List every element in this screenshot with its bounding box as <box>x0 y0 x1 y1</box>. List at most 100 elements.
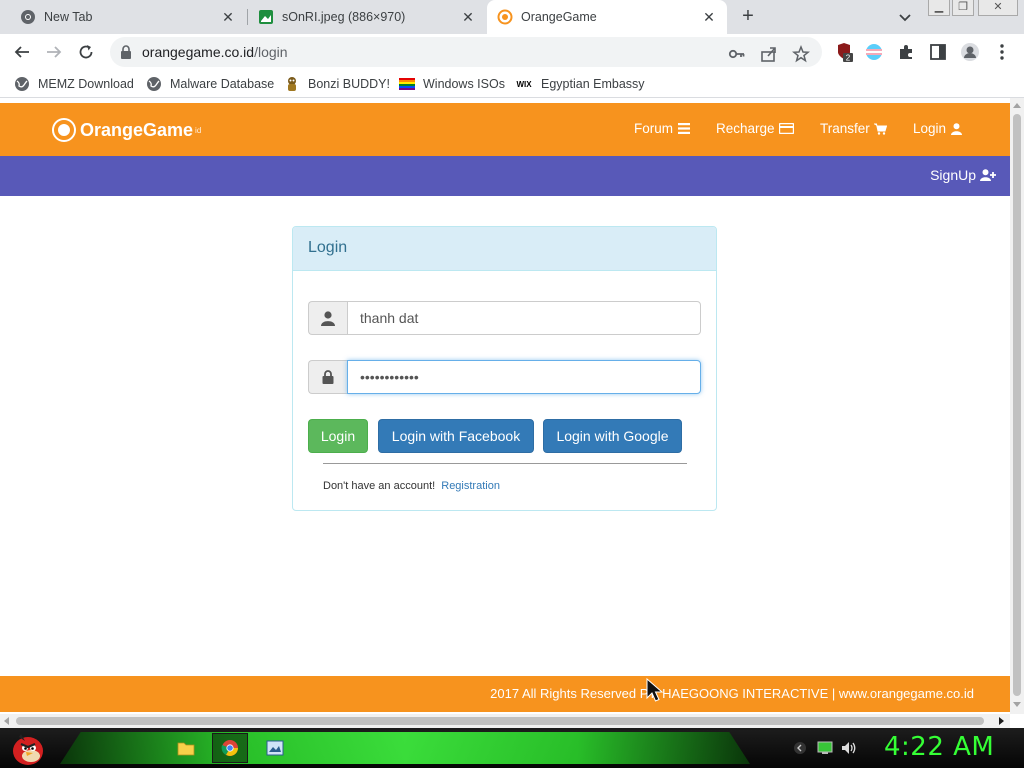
bookmark-bonzi-buddy[interactable]: Bonzi BUDDY! <box>284 75 390 93</box>
password-input[interactable] <box>347 360 701 394</box>
bars-icon <box>677 123 690 135</box>
nav-login[interactable]: Login <box>913 121 963 136</box>
clock[interactable]: 4:22 AM <box>884 732 994 762</box>
scrollbar-thumb[interactable] <box>16 717 984 725</box>
user-icon <box>308 301 347 335</box>
picture-icon <box>266 740 284 756</box>
extension-badge: 2 <box>846 54 851 63</box>
image-viewer-button[interactable] <box>257 733 293 763</box>
bookmark-label: Malware Database <box>170 77 275 91</box>
close-window-button[interactable]: ✕ <box>978 0 1018 16</box>
tab-strip: New Tab ✕ sOnRI.jpeg (886×970) ✕ OrangeG… <box>0 0 1024 34</box>
user-plus-icon <box>980 169 996 181</box>
browser-toolbar: orangegame.co.id/login 2 <box>0 34 1024 70</box>
chrome-icon <box>221 740 238 756</box>
back-icon[interactable] <box>12 42 32 62</box>
close-tab-icon[interactable]: ✕ <box>701 9 717 25</box>
orange-logo-icon <box>52 118 76 142</box>
network-icon[interactable] <box>817 740 833 756</box>
key-icon[interactable] <box>728 45 746 63</box>
cart-icon <box>873 123 887 135</box>
new-tab-button[interactable]: + <box>738 6 758 26</box>
minimize-button[interactable]: ▁ <box>928 0 950 16</box>
scroll-down-arrow-icon[interactable] <box>1013 702 1021 707</box>
web-page: OrangeGame id Forum Recharge Transfer Lo… <box>0 98 1010 714</box>
shield-extension-icon[interactable]: 2 <box>834 42 854 62</box>
image-icon <box>258 9 274 25</box>
url-host: orangegame.co.id <box>142 44 255 60</box>
signup-link[interactable]: SignUp <box>930 167 996 183</box>
login-button[interactable]: Login <box>308 419 368 453</box>
username-input[interactable] <box>347 301 701 335</box>
wix-icon: WIX <box>516 79 532 89</box>
profile-avatar-icon[interactable] <box>960 42 980 62</box>
user-icon <box>950 122 963 135</box>
orange-circle-icon <box>497 9 513 25</box>
angry-bird-icon <box>13 734 43 765</box>
puzzle-icon[interactable] <box>896 42 916 62</box>
signup-bar: SignUp <box>0 156 1010 196</box>
chrome-taskbar-button[interactable] <box>212 733 248 763</box>
tab-new-tab[interactable]: New Tab ✕ <box>0 0 246 34</box>
scrollbar-thumb[interactable] <box>1013 114 1021 696</box>
tray-chevron-icon[interactable] <box>792 740 808 756</box>
horizontal-scrollbar[interactable] <box>0 714 1010 728</box>
nav-label: Forum <box>634 121 674 136</box>
mouse-cursor-icon <box>646 677 666 704</box>
chrome-icon <box>20 9 36 25</box>
close-tab-icon[interactable]: ✕ <box>220 9 236 25</box>
globe-icon <box>14 76 30 92</box>
site-logo[interactable]: OrangeGame id <box>52 118 201 142</box>
lock-icon <box>308 360 347 394</box>
flag-extension-icon[interactable] <box>864 42 884 62</box>
login-panel-title: Login <box>308 239 348 256</box>
bookmark-egyptian-embassy[interactable]: WIX Egyptian Embassy <box>515 75 644 93</box>
share-icon[interactable] <box>760 45 778 63</box>
bookmark-windows-isos[interactable]: Windows ISOs <box>399 75 505 93</box>
login-panel: Login Login Login with Facebook Login wi… <box>292 226 717 511</box>
scroll-up-arrow-icon[interactable] <box>1013 103 1021 108</box>
bookmarks-bar: MEMZ Download Malware Database Bonzi BUD… <box>0 70 1024 98</box>
footer-text: 2017 All Rights Reserved PT. HAEGOONG IN… <box>490 686 974 701</box>
no-account-text: Don't have an account! Registration <box>323 480 500 492</box>
brand-suffix: id <box>195 125 202 135</box>
chevron-down-icon[interactable] <box>896 8 914 26</box>
file-explorer-button[interactable] <box>168 733 204 763</box>
bonzi-icon <box>284 76 300 92</box>
reload-icon[interactable] <box>76 42 96 62</box>
scroll-left-arrow-icon[interactable] <box>4 717 9 725</box>
tab-orangegame[interactable]: OrangeGame ✕ <box>487 0 727 34</box>
start-button[interactable] <box>6 730 50 768</box>
tab-image[interactable]: sOnRI.jpeg (886×970) ✕ <box>248 0 486 34</box>
kebab-menu-icon[interactable] <box>992 42 1012 62</box>
maximize-button[interactable]: ❐ <box>952 0 974 16</box>
password-group <box>308 360 701 394</box>
close-tab-icon[interactable]: ✕ <box>460 9 476 25</box>
taskbar: 4:22 AM <box>0 728 1024 768</box>
vertical-scrollbar[interactable] <box>1010 98 1024 714</box>
site-footer: 2017 All Rights Reserved PT. HAEGOONG IN… <box>0 676 1010 712</box>
login-panel-header: Login <box>293 227 716 271</box>
nav-transfer[interactable]: Transfer <box>820 121 887 136</box>
nav-recharge[interactable]: Recharge <box>716 121 794 136</box>
nav-label: Recharge <box>716 121 775 136</box>
screen: New Tab ✕ sOnRI.jpeg (886×970) ✕ OrangeG… <box>0 0 1024 768</box>
login-google-button[interactable]: Login with Google <box>543 419 682 453</box>
scroll-right-arrow-icon[interactable] <box>999 717 1004 725</box>
globe-icon <box>146 76 162 92</box>
bookmark-label: Bonzi BUDDY! <box>308 77 390 91</box>
star-icon[interactable] <box>792 45 810 63</box>
registration-link[interactable]: Registration <box>441 480 500 492</box>
credit-card-icon <box>778 123 794 135</box>
bookmark-label: Windows ISOs <box>423 77 505 91</box>
bookmark-malware-database[interactable]: Malware Database <box>146 75 274 93</box>
taskbar-glow <box>60 732 750 764</box>
rainbow-flag-icon <box>399 76 415 92</box>
address-bar[interactable]: orangegame.co.id/login <box>110 37 822 67</box>
nav-forum[interactable]: Forum <box>634 121 690 136</box>
side-panel-icon[interactable] <box>928 42 948 62</box>
bookmark-memz[interactable]: MEMZ Download <box>14 75 134 93</box>
volume-icon[interactable] <box>841 740 857 756</box>
login-facebook-button[interactable]: Login with Facebook <box>378 419 534 453</box>
forward-icon[interactable] <box>44 42 64 62</box>
